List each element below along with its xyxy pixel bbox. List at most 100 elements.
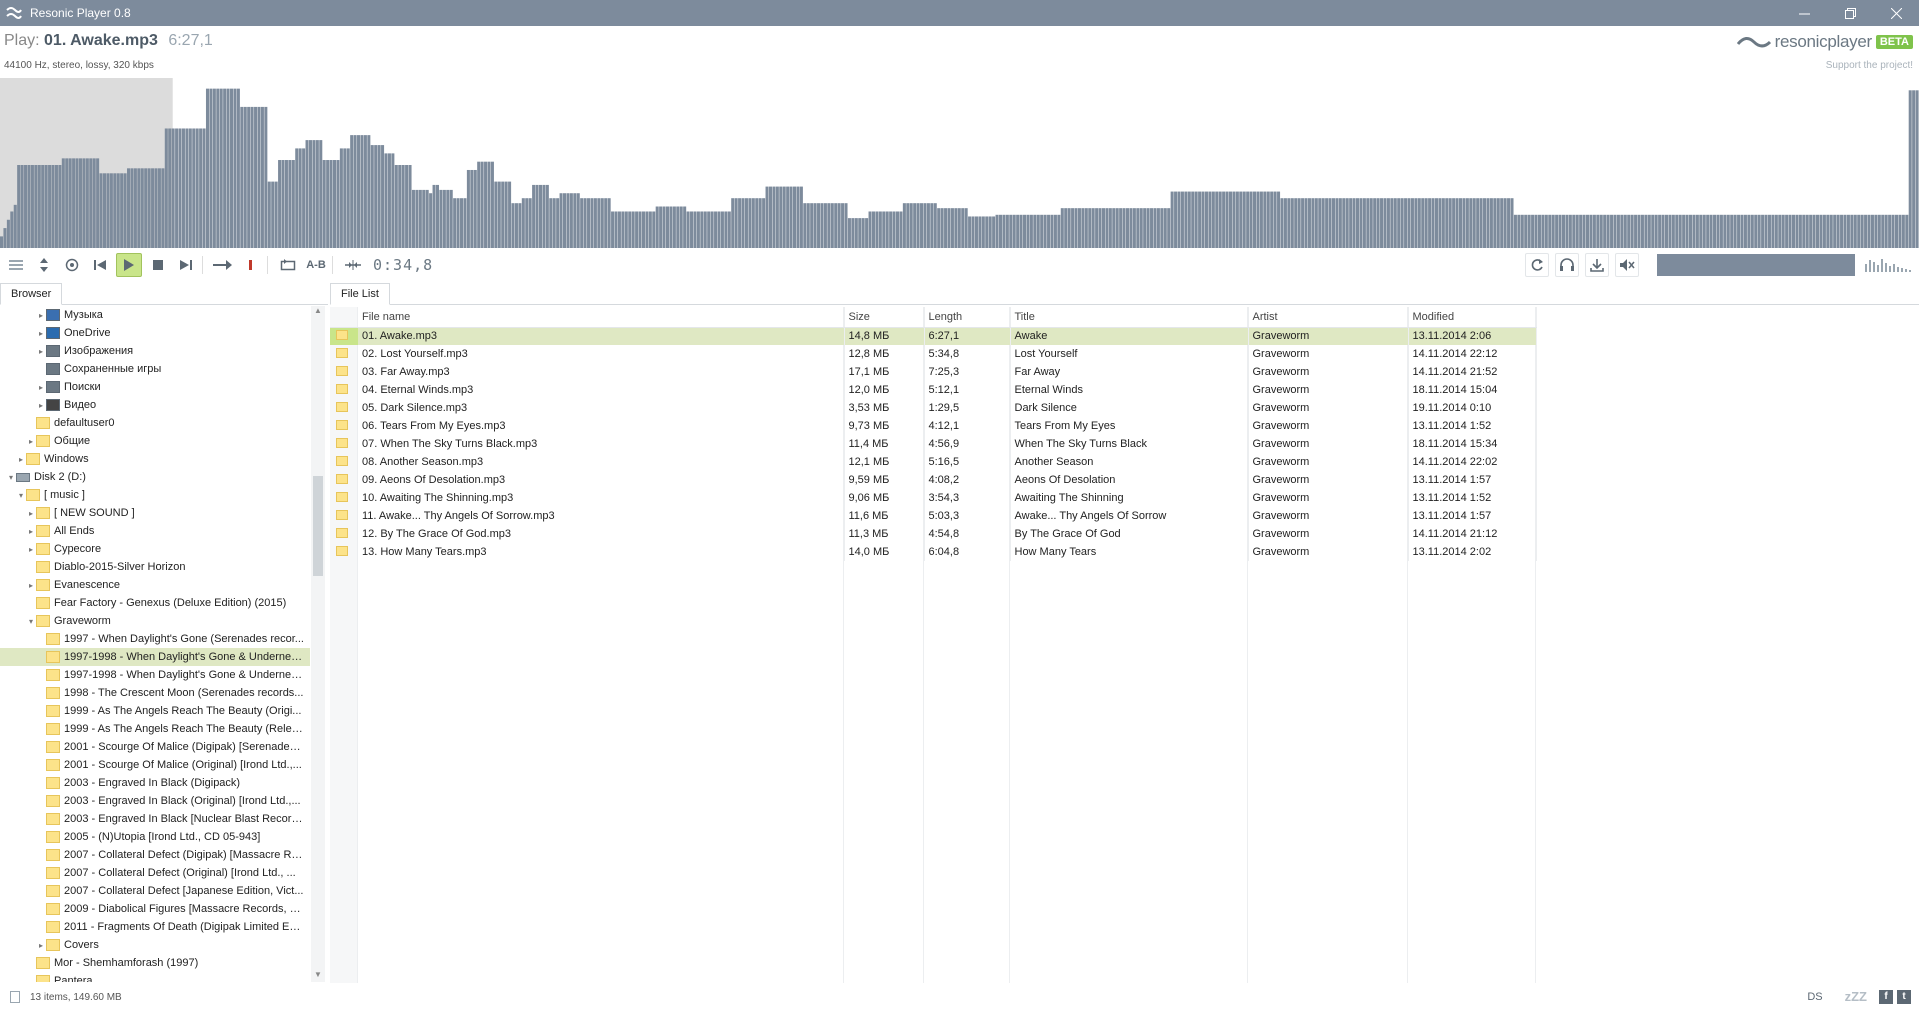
reorder-button[interactable] <box>32 253 56 277</box>
support-link[interactable]: Support the project! <box>1826 60 1913 71</box>
restore-button[interactable] <box>1827 0 1873 26</box>
table-row[interactable]: 01. Awake.mp3 14,8 МБ 6:27,1 Awake Graveworm… <box>330 327 1537 345</box>
tree-item[interactable]: Mor - Shemhamforash (1997) <box>0 954 310 972</box>
tree-item[interactable]: 2003 - Engraved In Black (Original) [Iro… <box>0 792 310 810</box>
tree-item[interactable]: defaultuser0 <box>0 414 310 432</box>
tree-item[interactable]: Diablo-2015-Silver Horizon <box>0 558 310 576</box>
expand-icon[interactable]: ▸ <box>26 509 36 518</box>
tree-scrollbar[interactable]: ▲ ▼ <box>311 306 325 982</box>
expand-icon[interactable]: ▸ <box>26 545 36 554</box>
tree-item[interactable]: 1999 - As The Angels Reach The Beauty (O… <box>0 702 310 720</box>
expand-icon[interactable]: ▸ <box>36 941 46 950</box>
table-row[interactable]: 07. When The Sky Turns Black.mp3 11,4 МБ 4… <box>330 435 1537 453</box>
tree-item[interactable]: Pantera <box>0 972 310 982</box>
tree-item[interactable]: 2001 - Scourge Of Malice (Original) [Iro… <box>0 756 310 774</box>
expand-icon[interactable]: ▸ <box>26 437 36 446</box>
table-row[interactable]: 06. Tears From My Eyes.mp3 9,73 МБ 4:12,1 T… <box>330 417 1537 435</box>
tree-item[interactable]: ▸ All Ends <box>0 522 310 540</box>
tree-item[interactable]: Fear Factory - Genexus (Deluxe Edition) … <box>0 594 310 612</box>
tree-item[interactable]: 2007 - Collateral Defect [Japanese Editi… <box>0 882 310 900</box>
play-button[interactable] <box>116 253 142 277</box>
sleep-button[interactable]: zZZ <box>1845 989 1867 1004</box>
tree-item[interactable]: Сохраненные игры <box>0 360 310 378</box>
tree-item[interactable]: ▸ Evanescence <box>0 576 310 594</box>
table-row[interactable]: 08. Another Season.mp3 12,1 МБ 5:16,5 Anoth… <box>330 453 1537 471</box>
tree-item[interactable]: ▸ Covers <box>0 936 310 954</box>
close-button[interactable] <box>1873 0 1919 26</box>
table-row[interactable]: 13. How Many Tears.mp3 14,0 МБ 6:04,8 How M… <box>330 543 1537 561</box>
column-header-filename[interactable]: File name <box>358 307 845 328</box>
table-row[interactable]: 09. Aeons Of Desolation.mp3 9,59 МБ 4:08,2… <box>330 471 1537 489</box>
column-header-size[interactable]: Size <box>844 307 925 328</box>
mute-button[interactable] <box>1615 253 1639 277</box>
follow-button[interactable] <box>60 253 84 277</box>
tree-item[interactable]: ▸ Windows <box>0 450 310 468</box>
tree-item[interactable]: 2009 - Diabolical Figures [Massacre Reco… <box>0 900 310 918</box>
expand-icon[interactable]: ▸ <box>36 401 46 410</box>
tree-item[interactable]: ▾ Graveworm <box>0 612 310 630</box>
facebook-icon[interactable]: f <box>1879 989 1893 1004</box>
split-button[interactable] <box>341 253 365 277</box>
tree-item[interactable]: 1997-1998 - When Daylight's Gone & Under… <box>0 666 310 684</box>
panel-toggle-icon[interactable] <box>10 991 20 1003</box>
download-button[interactable] <box>1585 253 1609 277</box>
tree-item[interactable]: 2007 - Collateral Defect (Original) [Iro… <box>0 864 310 882</box>
table-row[interactable]: 11. Awake... Thy Angels Of Sorrow.mp3 11,… <box>330 507 1537 525</box>
tree-item[interactable]: ▸ Изображения <box>0 342 310 360</box>
tree-item[interactable]: ▸ Поиски <box>0 378 310 396</box>
table-row[interactable]: 02. Lost Yourself.mp3 12,8 МБ 5:34,8 Lost Y… <box>330 345 1537 363</box>
tree-item[interactable]: 1999 - As The Angels Reach The Beauty (R… <box>0 720 310 738</box>
ab-repeat-button[interactable]: A-B <box>304 253 328 277</box>
tree-item[interactable]: 1997 - When Daylight's Gone (Serenades r… <box>0 630 310 648</box>
loop-button[interactable] <box>276 253 300 277</box>
collapse-icon[interactable]: ▾ <box>26 617 36 626</box>
tree-item[interactable]: 1998 - The Crescent Moon (Serenades reco… <box>0 684 310 702</box>
expand-icon[interactable]: ▸ <box>16 455 26 464</box>
tree-item[interactable]: 1997-1998 - When Daylight's Gone & Under… <box>0 648 310 666</box>
headphones-button[interactable] <box>1555 253 1579 277</box>
playlist-menu-button[interactable] <box>4 253 28 277</box>
volume-slider[interactable] <box>1657 254 1855 276</box>
scroll-down-icon[interactable]: ▼ <box>311 970 325 982</box>
expand-icon[interactable]: ▸ <box>36 347 46 356</box>
expand-icon[interactable]: ▸ <box>26 527 36 536</box>
ds-indicator[interactable]: DS <box>1807 991 1822 1003</box>
tree-item[interactable]: 2011 - Fragments Of Death (Digipak Limit… <box>0 918 310 936</box>
column-header-title[interactable]: Title <box>1010 307 1249 328</box>
table-row[interactable]: 03. Far Away.mp3 17,1 МБ 7:25,3 Far Away Gra… <box>330 363 1537 381</box>
expand-icon[interactable]: ▸ <box>36 329 46 338</box>
column-header-length[interactable]: Length <box>924 307 1011 328</box>
tree-item[interactable]: ▸ OneDrive <box>0 324 310 342</box>
collapse-icon[interactable]: ▾ <box>16 491 26 500</box>
tree-item[interactable]: ▸ [ NEW SOUND ] <box>0 504 310 522</box>
tree-item[interactable]: ▸ Cypecore <box>0 540 310 558</box>
tree-item[interactable]: ▾ [ music ] <box>0 486 310 504</box>
continue-button[interactable] <box>211 253 235 277</box>
expand-icon[interactable]: ▸ <box>26 581 36 590</box>
next-button[interactable] <box>174 253 198 277</box>
tree-item[interactable]: ▾ Disk 2 (D:) <box>0 468 310 486</box>
scroll-thumb[interactable] <box>313 476 323 576</box>
refresh-button[interactable] <box>1525 253 1549 277</box>
tab-file-list[interactable]: File List <box>330 283 390 305</box>
previous-button[interactable] <box>88 253 112 277</box>
column-header-artist[interactable]: Artist <box>1248 307 1409 328</box>
table-row[interactable]: 04. Eternal Winds.mp3 12,0 МБ 5:12,1 Eterna… <box>330 381 1537 399</box>
tree-item[interactable]: 2005 - (N)Utopia [Irond Ltd., CD 05-943] <box>0 828 310 846</box>
tree-item[interactable]: ▸ Музыка <box>0 306 310 324</box>
tree-item[interactable]: 2003 - Engraved In Black (Digipack) <box>0 774 310 792</box>
expand-icon[interactable]: ▸ <box>36 383 46 392</box>
table-row[interactable]: 05. Dark Silence.mp3 3,53 МБ 1:29,5 Dark Si… <box>330 399 1537 417</box>
record-button[interactable] <box>239 253 263 277</box>
tree-item[interactable]: ▸ Общие <box>0 432 310 450</box>
waveform[interactable] <box>0 78 1919 248</box>
table-row[interactable]: 10. Awaiting The Shinning.mp3 9,06 МБ 3:54… <box>330 489 1537 507</box>
minimize-button[interactable] <box>1781 0 1827 26</box>
table-row[interactable]: 12. By The Grace Of God.mp3 11,3 МБ 4:54,8… <box>330 525 1537 543</box>
tree-item[interactable]: 2001 - Scourge Of Malice (Digipak) [Sere… <box>0 738 310 756</box>
column-header-modified[interactable]: Modified <box>1408 307 1537 328</box>
scroll-up-icon[interactable]: ▲ <box>311 306 325 318</box>
spectrum-icon[interactable] <box>1865 258 1911 272</box>
brand-logo[interactable]: resonicplayer BETA <box>1736 32 1913 52</box>
stop-button[interactable] <box>146 253 170 277</box>
